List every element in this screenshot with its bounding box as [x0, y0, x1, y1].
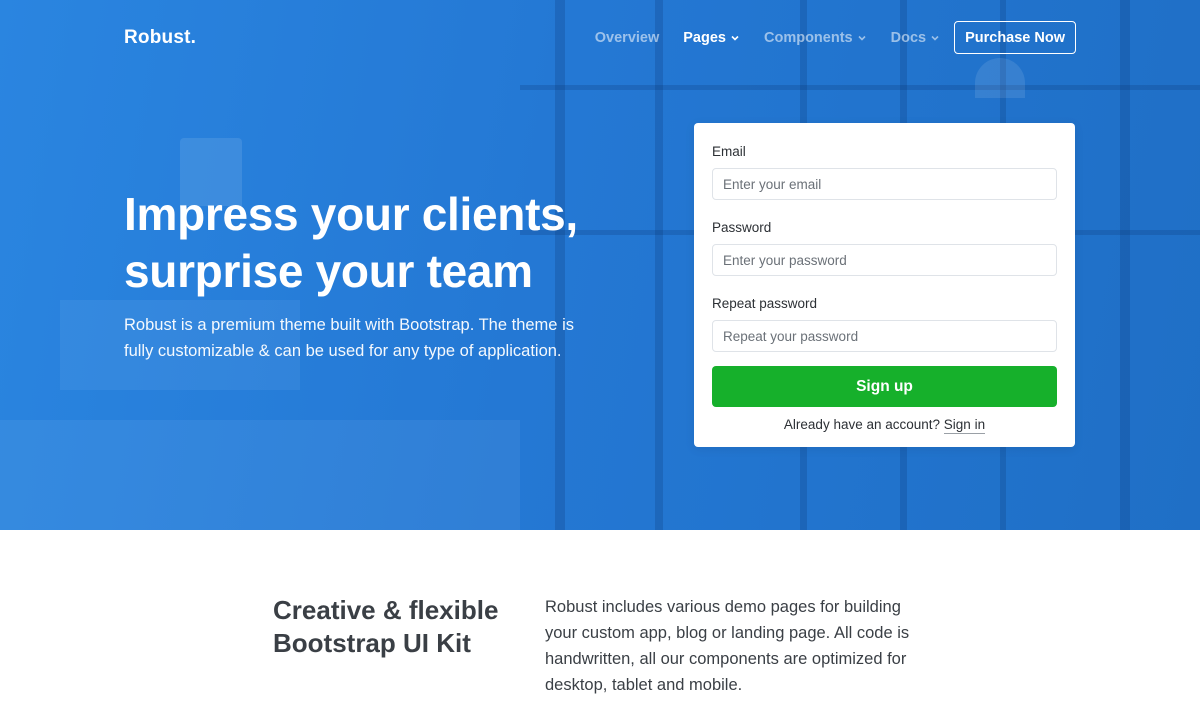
chevron-down-icon	[857, 33, 867, 43]
repeat-password-field[interactable]	[712, 320, 1057, 352]
chevron-down-icon	[930, 33, 940, 43]
nav-item-label: Overview	[594, 29, 660, 46]
email-field[interactable]	[712, 168, 1057, 200]
nav-links: Overview Pages Components Docs Purchase …	[571, 21, 1076, 54]
hero-title: Impress your clients, surprise your team	[124, 186, 604, 300]
features-description: Robust includes various demo pages for b…	[545, 598, 910, 694]
nav-item-label: Components	[764, 29, 853, 46]
nav-item-pages[interactable]: Pages	[683, 30, 740, 46]
sign-in-link[interactable]: Sign in	[943, 417, 986, 434]
hero-subtitle: Robust is a premium theme built with Boo…	[124, 316, 574, 360]
brand-logo[interactable]: Robust.	[124, 27, 196, 49]
sign-up-button[interactable]: Sign up	[712, 366, 1057, 407]
hero-text: Impress your clients, surprise your team…	[124, 186, 604, 364]
navbar: Robust. Overview Pages Components Docs P…	[0, 0, 1200, 76]
password-label: Password	[712, 220, 772, 235]
hero-title-line: surprise your team	[124, 245, 533, 297]
purchase-now-button[interactable]: Purchase Now	[954, 21, 1076, 54]
features-title: Creative & flexible Bootstrap UI Kit	[273, 595, 499, 658]
signin-prompt: Already have an account? Sign in	[712, 417, 1057, 434]
hero-title-line: Impress your clients,	[124, 188, 578, 240]
nav-item-docs[interactable]: Docs	[891, 30, 940, 46]
nav-item-label: Pages	[683, 29, 726, 46]
features-section: Creative & flexible Bootstrap UI Kit Rob…	[0, 530, 1200, 710]
nav-item-label: Docs	[890, 29, 927, 46]
repeat-password-label: Repeat password	[712, 296, 818, 311]
email-label: Email	[712, 144, 746, 159]
hero-section: Robust. Overview Pages Components Docs P…	[0, 0, 1200, 530]
chevron-down-icon	[730, 33, 740, 43]
signup-form: Email Password Repeat password Sign up A…	[694, 123, 1075, 447]
nav-item-components[interactable]: Components	[764, 30, 867, 46]
account-prompt-text: Already have an account?	[783, 417, 941, 432]
nav-item-overview[interactable]: Overview	[595, 30, 660, 46]
password-field[interactable]	[712, 244, 1057, 276]
